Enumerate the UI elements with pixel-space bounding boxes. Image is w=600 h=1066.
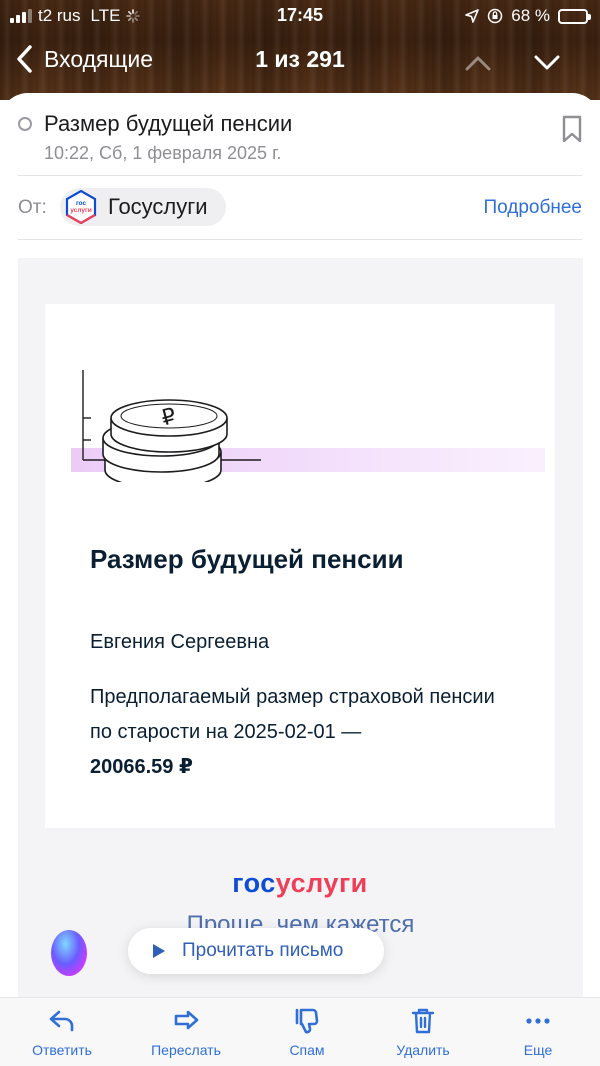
location-arrow-icon xyxy=(465,9,480,23)
svg-text:услуги: услуги xyxy=(70,207,91,214)
sender-name: Госуслуги xyxy=(108,194,208,219)
header-divider xyxy=(18,175,582,176)
reply-icon xyxy=(49,1010,74,1032)
spam-button[interactable]: Спам xyxy=(257,1006,357,1058)
gosuslugi-logo-icon: гос услуги xyxy=(65,190,97,224)
more-button[interactable]: Еще xyxy=(488,1006,588,1058)
header-background: t2 rus LTE 17:45 68 % Входящие 1 из 291 xyxy=(0,0,600,100)
details-link[interactable]: Подробнее xyxy=(483,197,582,219)
pension-description: Предполагаемый размер страховой пенсии п… xyxy=(90,686,495,743)
gosuslugi-brand-logo: госуслуги xyxy=(0,868,600,899)
more-dots-icon xyxy=(526,1018,550,1024)
message-navigation: Входящие 1 из 291 xyxy=(0,40,600,84)
chevron-down-icon xyxy=(534,55,560,70)
battery-percent: 68 % xyxy=(511,6,550,25)
reply-label: Ответить xyxy=(32,1042,92,1058)
thumbs-down-icon xyxy=(295,1008,319,1034)
pension-coins-illustration: ₽ xyxy=(71,370,545,482)
next-message-button[interactable] xyxy=(527,48,567,78)
status-right: 68 % xyxy=(465,6,591,26)
chevron-left-icon xyxy=(17,45,32,73)
trash-icon xyxy=(411,1008,435,1034)
sender-divider xyxy=(18,239,582,240)
svg-text:гос: гос xyxy=(76,200,87,207)
email-title: Размер будущей пенсии xyxy=(90,544,404,574)
message-date: 10:22, Сб, 1 февраля 2025 г. xyxy=(44,143,282,163)
read-status-indicator[interactable] xyxy=(18,117,32,131)
sender-row: От: гос услуги Госуслуги Подробнее xyxy=(18,187,582,227)
delete-label: Удалить xyxy=(396,1042,450,1058)
back-label: Входящие xyxy=(44,45,154,72)
sender-chip[interactable]: гос услуги Госуслуги xyxy=(60,188,226,226)
spam-label: Спам xyxy=(289,1042,325,1058)
pension-text: Предполагаемый размер страховой пенсии п… xyxy=(90,680,510,785)
play-icon xyxy=(153,944,165,958)
chevron-up-icon xyxy=(465,56,491,71)
voice-assistant-button[interactable] xyxy=(51,930,87,976)
read-aloud-label: Прочитать письмо xyxy=(182,940,344,961)
battery-icon xyxy=(558,8,591,24)
forward-icon xyxy=(174,1010,199,1030)
message-toolbar: Ответить Переслать Спам Удалить Еще xyxy=(0,997,600,1066)
reply-button[interactable]: Ответить xyxy=(12,1006,112,1058)
bookmark-icon[interactable] xyxy=(562,115,582,143)
more-label: Еще xyxy=(523,1042,553,1058)
back-button[interactable]: Входящие xyxy=(14,44,153,74)
email-content-card: ₽ Размер будущей пенсии Евгения Сергеевн… xyxy=(45,304,555,828)
from-label: От: xyxy=(18,197,47,218)
message-subject: Размер будущей пенсии xyxy=(44,111,293,136)
orientation-lock-icon xyxy=(488,8,503,24)
delete-button[interactable]: Удалить xyxy=(373,1006,473,1058)
brand-uslugi: услуги xyxy=(275,868,368,898)
recipient-name: Евгения Сергеевна xyxy=(90,631,270,653)
forward-label: Переслать xyxy=(151,1042,221,1058)
brand-gos: гос xyxy=(232,868,276,898)
pension-amount: 20066.59 ₽ xyxy=(90,756,193,778)
previous-message-button[interactable] xyxy=(458,48,498,78)
read-aloud-button[interactable]: Прочитать письмо xyxy=(128,928,384,974)
forward-button[interactable]: Переслать xyxy=(136,1006,236,1058)
status-bar: t2 rus LTE 17:45 68 % xyxy=(0,0,600,32)
